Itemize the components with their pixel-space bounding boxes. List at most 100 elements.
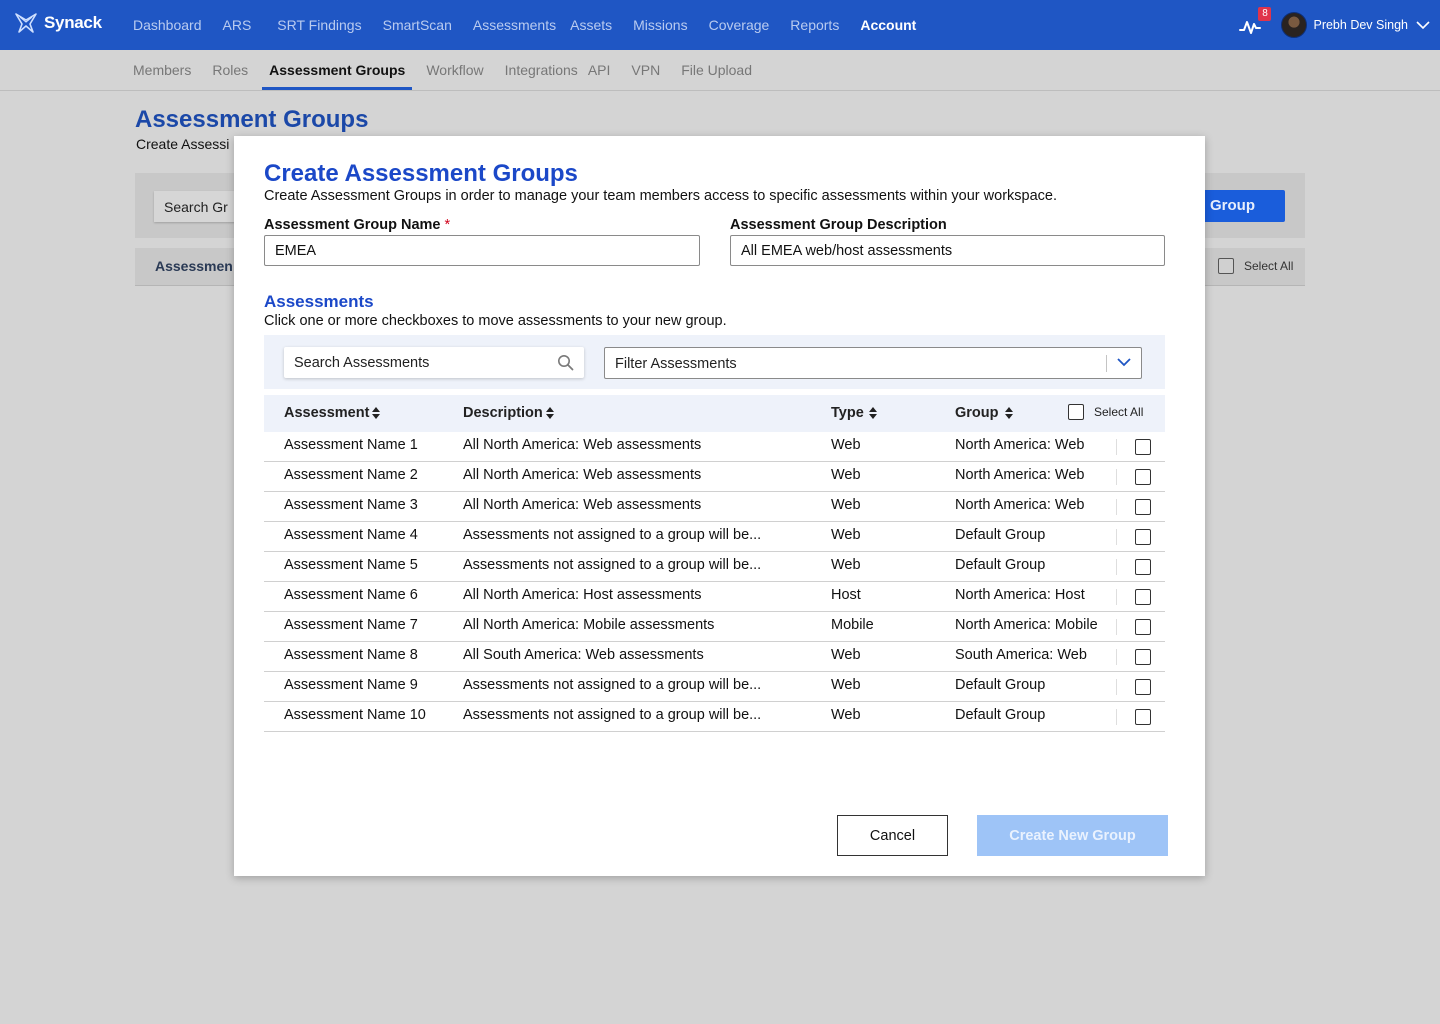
assessment-filter-placeholder: Filter Assessments: [615, 356, 737, 372]
select-all-checkbox[interactable]: [1068, 404, 1084, 420]
assessment-name-cell: Assessment Name 8: [284, 647, 418, 663]
subnav-item-file-upload[interactable]: File Upload: [681, 50, 752, 90]
table-row[interactable]: Assessment Name 3 All North America: Web …: [264, 492, 1165, 522]
nav-item-smartscan[interactable]: SmartScan: [383, 17, 452, 33]
sub-nav: Members Roles Assessment Groups Workflow Int…: [0, 50, 1440, 91]
chevron-down-icon[interactable]: [1117, 357, 1131, 367]
create-group-button-label: Group: [1210, 197, 1255, 214]
cancel-button[interactable]: Cancel: [837, 815, 948, 856]
table-select-all[interactable]: Select All: [1068, 404, 1143, 420]
subnav-item-assessment-groups[interactable]: Assessment Groups: [262, 50, 413, 90]
top-nav: Synack Dashboard ARS SRT Findings SmartScan…: [0, 0, 1440, 50]
row-divider: [1116, 709, 1117, 725]
row-checkbox[interactable]: [1135, 709, 1151, 725]
sort-icon[interactable]: [1004, 407, 1013, 419]
row-checkbox[interactable]: [1135, 589, 1151, 605]
assessment-name-cell: Assessment Name 1: [284, 437, 418, 453]
sort-icon[interactable]: [545, 407, 554, 419]
assessment-description-cell: Assessments not assigned to a group will…: [463, 707, 762, 723]
column-description[interactable]: Description: [463, 405, 554, 421]
nav-item-account[interactable]: Account: [860, 17, 916, 33]
subnav-item-members[interactable]: Members: [133, 50, 191, 90]
table-row[interactable]: Assessment Name 8 All South America: Web …: [264, 642, 1165, 672]
table-row[interactable]: Assessment Name 6 All North America: Host…: [264, 582, 1165, 612]
subnav-item-workflow[interactable]: Workflow: [426, 50, 483, 90]
nav-item-missions[interactable]: Missions: [633, 17, 687, 33]
row-divider: [1116, 529, 1117, 545]
assessment-name-cell: Assessment Name 6: [284, 587, 418, 603]
assessments-section-subtitle: Click one or more checkboxes to move ass…: [264, 313, 727, 329]
brand-logo[interactable]: Synack: [14, 12, 102, 34]
table-row[interactable]: Assessment Name 1 All North America: Web …: [264, 432, 1165, 462]
sort-icon[interactable]: [372, 407, 381, 419]
row-checkbox[interactable]: [1135, 529, 1151, 545]
create-new-group-button[interactable]: Create New Group: [977, 815, 1168, 856]
column-type[interactable]: Type: [831, 405, 877, 421]
nav-item-assessments[interactable]: Assessments: [473, 17, 556, 33]
subnav-item-integrations[interactable]: Integrations: [505, 50, 578, 90]
row-checkbox[interactable]: [1135, 559, 1151, 575]
table-row[interactable]: Assessment Name 4 Assessments not assigne…: [264, 522, 1165, 552]
row-divider: [1116, 679, 1117, 695]
nav-item-srt-findings[interactable]: SRT Findings: [277, 17, 361, 33]
nav-item-dashboard[interactable]: Dashboard: [133, 17, 202, 33]
create-group-modal: Create Assessment Groups Create Assessme…: [234, 136, 1205, 876]
groups-select-all[interactable]: Select All: [1218, 258, 1293, 274]
assessment-type-cell: Mobile: [831, 617, 874, 633]
table-row[interactable]: Assessment Name 9 Assessments not assigne…: [264, 672, 1165, 702]
table-row[interactable]: Assessment Name 5 Assessments not assigne…: [264, 552, 1165, 582]
nav-item-ars[interactable]: ARS: [223, 17, 252, 33]
nav-item-reports[interactable]: Reports: [790, 17, 839, 33]
modal-title: Create Assessment Groups: [264, 160, 578, 187]
assessment-name-cell: Assessment Name 9: [284, 677, 418, 693]
nav-item-assets[interactable]: Assets: [570, 17, 612, 33]
assessment-description-cell: All South America: Web assessments: [463, 647, 704, 663]
search-icon[interactable]: [557, 354, 574, 371]
column-group[interactable]: Group: [955, 405, 1013, 421]
page-title: Assessment Groups: [135, 106, 369, 133]
assessment-name-cell: Assessment Name 5: [284, 557, 418, 573]
assessment-filter-select[interactable]: Filter Assessments: [604, 347, 1142, 379]
row-checkbox[interactable]: [1135, 439, 1151, 455]
assessment-group-cell: Default Group: [955, 527, 1046, 543]
select-all-checkbox[interactable]: [1218, 258, 1234, 274]
assessment-search-input[interactable]: Search Assessments: [284, 347, 584, 378]
subnav-item-vpn[interactable]: VPN: [631, 50, 660, 90]
assessment-description-cell: All North America: Web assessments: [463, 467, 702, 483]
page-subtitle: Create Assessi: [136, 136, 230, 152]
subnav-item-api[interactable]: API: [588, 50, 611, 90]
row-divider: [1116, 649, 1117, 665]
group-name-input[interactable]: EMEA: [264, 235, 700, 266]
group-description-label: Assessment Group Description: [730, 217, 947, 233]
avatar[interactable]: [1281, 12, 1308, 38]
row-checkbox[interactable]: [1135, 619, 1151, 635]
row-checkbox[interactable]: [1135, 679, 1151, 695]
select-all-label: Select All: [1094, 405, 1144, 419]
user-name[interactable]: Prebh Dev Singh: [1313, 18, 1408, 32]
sort-icon[interactable]: [868, 407, 877, 419]
table-row[interactable]: Assessment Name 7 All North America: Mobi…: [264, 612, 1165, 642]
group-description-input[interactable]: All EMEA web/host assessments: [730, 235, 1165, 266]
row-checkbox[interactable]: [1135, 469, 1151, 485]
brand-name: Synack: [44, 13, 102, 32]
assessment-search-placeholder: Search Assessments: [294, 355, 430, 371]
sub-nav-items: Members Roles Assessment Groups Workflow Int…: [133, 50, 773, 90]
assessment-description-cell: All North America: Host assessments: [463, 587, 702, 603]
table-row[interactable]: Assessment Name 10 Assessments not assign…: [264, 702, 1165, 732]
assessment-group-cell: North America: Web: [955, 467, 1085, 483]
assessment-group-cell: South America: Web: [955, 647, 1087, 663]
filter-divider: [1106, 355, 1107, 372]
row-checkbox[interactable]: [1135, 649, 1151, 665]
nav-item-coverage[interactable]: Coverage: [709, 17, 770, 33]
column-assessment[interactable]: Assessment: [284, 405, 381, 421]
assessment-group-cell: Default Group: [955, 557, 1046, 573]
row-checkbox[interactable]: [1135, 499, 1151, 515]
assessment-type-cell: Web: [831, 467, 861, 483]
filter-bar: Search Assessments Filter Assessments: [264, 335, 1165, 389]
activity-button[interactable]: 8: [1239, 7, 1272, 36]
subnav-item-roles[interactable]: Roles: [212, 50, 248, 90]
row-divider: [1116, 469, 1117, 485]
assessment-name-cell: Assessment Name 4: [284, 527, 418, 543]
chevron-down-icon[interactable]: [1416, 20, 1430, 30]
table-row[interactable]: Assessment Name 2 All North America: Web …: [264, 462, 1165, 492]
